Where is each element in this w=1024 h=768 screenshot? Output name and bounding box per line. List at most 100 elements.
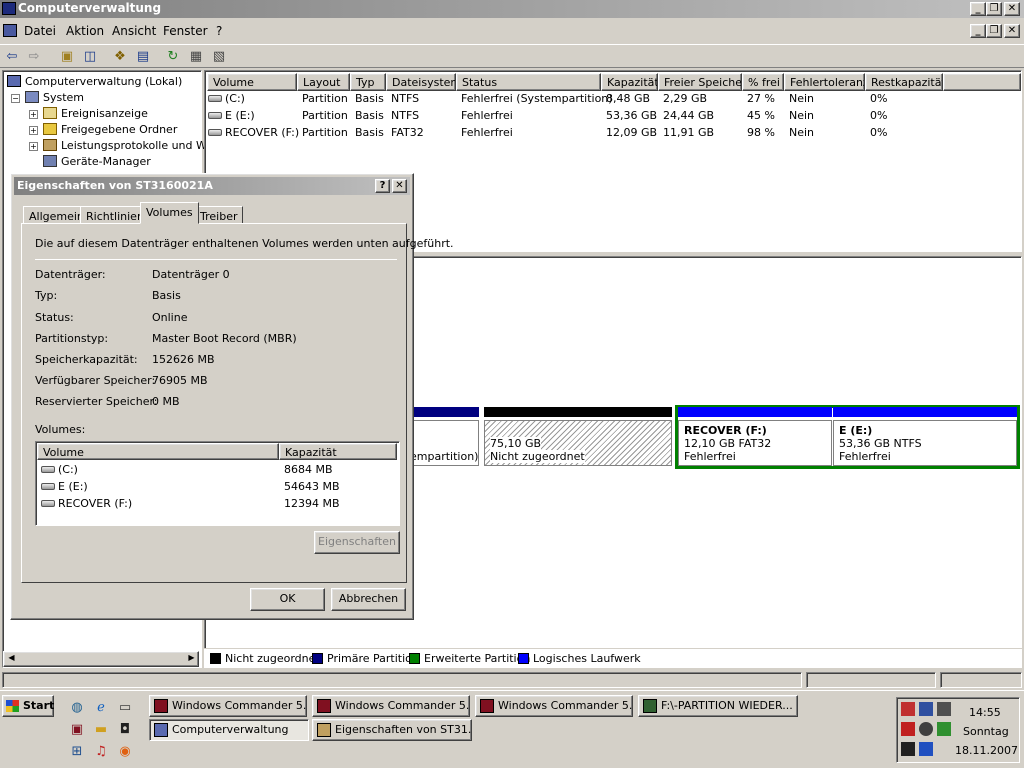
col-restkapazitaet[interactable]: Restkapazität — [865, 73, 943, 91]
unallocated-band — [484, 407, 672, 417]
export-icon[interactable]: ▦ — [187, 48, 205, 65]
show-tree-icon[interactable]: ◫ — [81, 48, 99, 65]
quicklaunch-ie-icon[interactable]: ℯ — [92, 699, 110, 717]
device-manager-icon — [43, 155, 57, 167]
dialog-col-kapazitaet[interactable]: Kapazität — [279, 443, 397, 460]
col-kapazitaet[interactable]: Kapazität — [601, 73, 658, 91]
logical-band-e — [833, 407, 1017, 417]
task-computerverwaltung[interactable]: Computerverwaltung — [149, 719, 309, 741]
scroll-right-icon[interactable]: ▶ — [185, 653, 198, 665]
tree-expand-freigegebene-ordner[interactable]: + — [29, 126, 38, 135]
properties-icon[interactable]: ❖ — [111, 48, 129, 65]
tree-root[interactable]: Computerverwaltung (Lokal) — [7, 75, 182, 88]
tray-network-icon[interactable] — [901, 702, 915, 716]
tree-item-leistungsprotokolle[interactable]: Leistungsprotokolle und War — [43, 139, 217, 152]
drive-icon — [208, 112, 222, 119]
scroll-left-icon[interactable]: ◀ — [5, 653, 18, 665]
help-icon[interactable]: ▤ — [134, 48, 152, 65]
col-status[interactable]: Status — [456, 73, 601, 91]
task-windows-commander-2[interactable]: Windows Commander 5.... — [312, 695, 470, 717]
child-close-button[interactable]: ✕ — [1004, 24, 1020, 38]
tab-volumes[interactable]: Volumes — [140, 202, 199, 224]
quicklaunch-tool-icon[interactable]: ⊞ — [68, 743, 86, 761]
forward-arrow-icon[interactable]: ⇨ — [25, 48, 43, 65]
quicklaunch-window-icon[interactable]: ▭ — [116, 699, 134, 717]
windows-logo-icon — [6, 700, 19, 712]
dialog-close-button[interactable]: ✕ — [392, 179, 407, 193]
tray-antivirus-icon[interactable] — [901, 722, 915, 736]
prop-value-speicherkapazitaet: 152626 MB — [152, 353, 215, 366]
volume-properties-button[interactable]: Eigenschaften — [314, 531, 400, 554]
quicklaunch-desktop-icon[interactable]: ◍ — [68, 699, 86, 717]
task-windows-commander-3[interactable]: Windows Commander 5.... — [475, 695, 633, 717]
tree-expand-leistungsprotokolle[interactable]: + — [29, 142, 38, 151]
col-freier-speicher[interactable]: Freier Speicher — [658, 73, 742, 91]
tree-item-geraete-manager[interactable]: Geräte-Manager — [43, 155, 151, 168]
quicklaunch-media-icon[interactable]: ♫ — [92, 743, 110, 761]
drive-icon — [41, 500, 55, 507]
quicklaunch-folder-icon[interactable]: ▬ — [92, 721, 110, 739]
task-eigenschaften[interactable]: Eigenschaften von ST31... — [312, 719, 472, 741]
quicklaunch-camera-icon[interactable]: ◘ — [116, 721, 134, 739]
refresh-icon[interactable]: ↻ — [164, 48, 182, 65]
partition-c[interactable]: empartition) — [405, 420, 479, 466]
legend-extended: Erweiterte Partition — [409, 652, 530, 665]
task-windows-commander-1[interactable]: Windows Commander 5.... — [149, 695, 307, 717]
partition-recover[interactable]: RECOVER (F:) 12,10 GB FAT32 Fehlerfrei — [678, 420, 832, 466]
menu-fenster[interactable]: Fenster — [163, 24, 208, 38]
prop-value-status: Online — [152, 311, 188, 324]
tray-update-icon[interactable] — [937, 722, 951, 736]
drive-icon — [208, 95, 222, 102]
tree-expand-ereignisanzeige[interactable]: + — [29, 110, 38, 119]
clock-time[interactable]: 14:55 — [969, 706, 1001, 719]
partition-unallocated[interactable]: 75,10 GB Nicht zugeordnet — [484, 420, 672, 466]
start-button[interactable]: Start — [2, 695, 54, 717]
tree-collapse-system[interactable]: − — [11, 94, 20, 103]
back-arrow-icon[interactable]: ⇦ — [3, 48, 21, 65]
close-button[interactable]: ✕ — [1004, 2, 1020, 16]
status-pane-3 — [940, 672, 1022, 688]
child-restore-button[interactable]: ❐ — [986, 24, 1002, 38]
child-minimize-button[interactable]: _ — [970, 24, 986, 38]
menu-ansicht[interactable]: Ansicht — [112, 24, 156, 38]
dialog-help-button[interactable]: ? — [375, 179, 390, 193]
tree-item-system[interactable]: System — [25, 91, 84, 104]
task-partition-wieder[interactable]: F:\-PARTITION WIEDER... — [638, 695, 798, 717]
partition-e[interactable]: E (E:) 53,36 GB NTFS Fehlerfrei — [833, 420, 1017, 466]
settings-icon[interactable]: ▧ — [210, 48, 228, 65]
tree-item-ereignisanzeige[interactable]: Ereignisanzeige — [43, 107, 148, 120]
tray-3d-icon[interactable] — [919, 742, 933, 756]
cancel-button[interactable]: Abbrechen — [331, 588, 406, 611]
tray-display-icon[interactable] — [919, 702, 933, 716]
quicklaunch-firefox-icon[interactable]: ◉ — [116, 743, 134, 761]
tray-camera-icon[interactable] — [901, 742, 915, 756]
properties-dialog: Eigenschaften von ST3160021A ? ✕ Allgeme… — [10, 173, 454, 620]
tray-disconnect-icon[interactable] — [937, 702, 951, 716]
prop-label-status: Status: — [35, 311, 74, 324]
prop-label-verfuegbarer-speicher: Verfügbarer Speicher: — [35, 374, 156, 387]
menu-datei[interactable]: Datei — [24, 24, 56, 38]
col-layout[interactable]: Layout — [297, 73, 350, 91]
primary-partition-band — [405, 407, 479, 417]
system-menu-icon[interactable] — [3, 24, 17, 37]
minimize-button[interactable]: _ — [970, 2, 986, 16]
col-typ[interactable]: Typ — [350, 73, 386, 91]
tray-volume-icon[interactable] — [919, 722, 933, 736]
dialog-col-volume[interactable]: Volume — [37, 443, 279, 460]
ok-button[interactable]: OK — [250, 588, 325, 611]
up-folder-icon[interactable]: ▣ — [58, 48, 76, 65]
tab-treiber[interactable]: Treiber — [194, 206, 244, 224]
tree-horizontal-scrollbar[interactable]: ◀ ▶ — [3, 651, 199, 667]
tree-item-freigegebene-ordner[interactable]: Freigegebene Ordner — [43, 123, 177, 136]
prop-value-partitionstyp: Master Boot Record (MBR) — [152, 332, 297, 345]
maximize-button[interactable]: ❐ — [986, 2, 1002, 16]
menu-help[interactable]: ? — [216, 24, 222, 38]
menu-aktion[interactable]: Aktion — [66, 24, 104, 38]
col-dateisystem[interactable]: Dateisystem — [386, 73, 456, 91]
quicklaunch-commander-icon[interactable]: ▣ — [68, 721, 86, 739]
col-volume[interactable]: Volume — [207, 73, 297, 91]
clock-day: Sonntag — [963, 725, 1009, 738]
volumes-intro: Die auf diesem Datenträger enthaltenen V… — [35, 237, 454, 250]
col-prozent-frei[interactable]: % frei — [742, 73, 784, 91]
col-fehlertoleranz[interactable]: Fehlertoleranz — [784, 73, 865, 91]
